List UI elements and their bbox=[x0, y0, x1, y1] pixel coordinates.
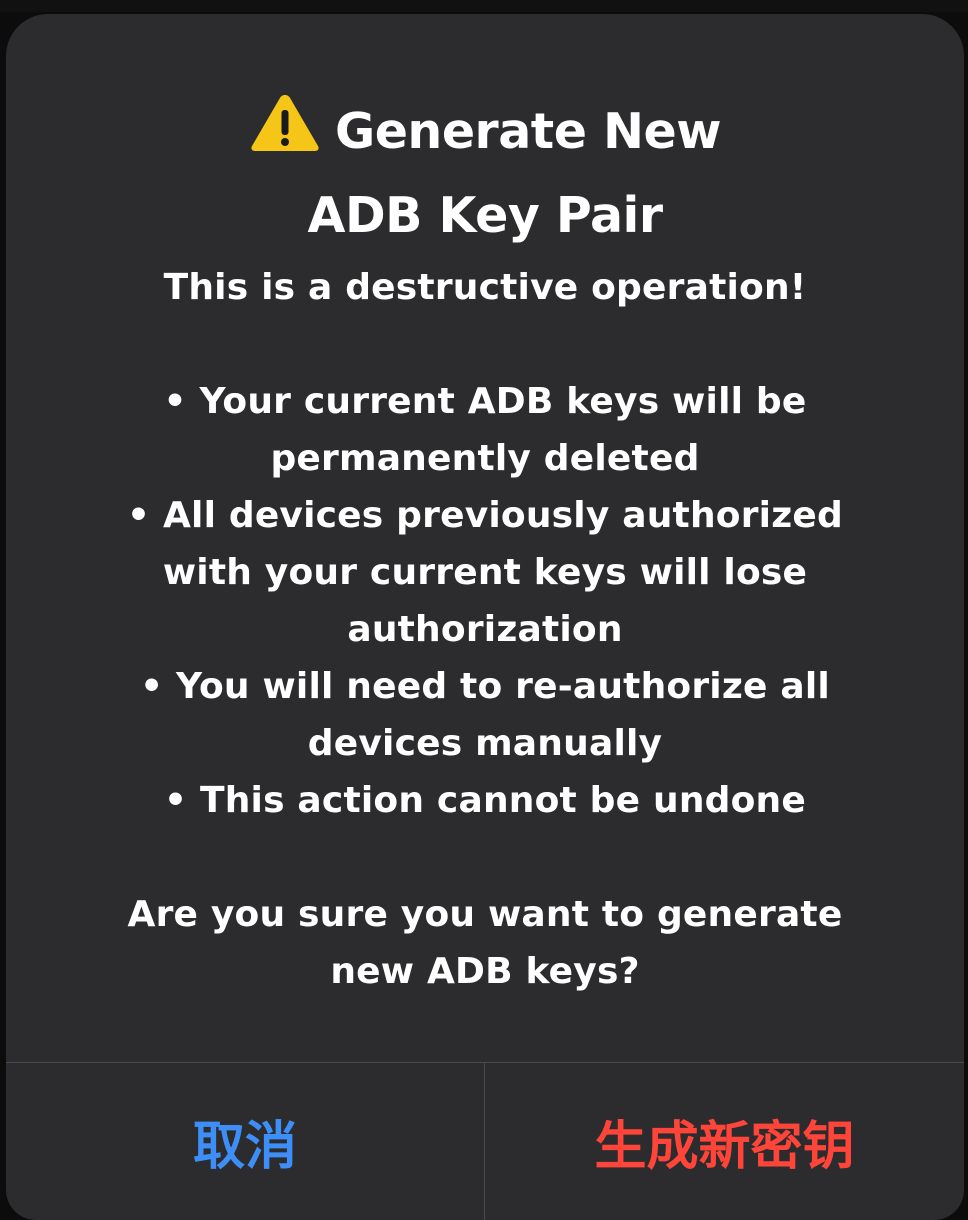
alert-title-line1: Generate New bbox=[334, 103, 722, 160]
message-line: new ADB keys? bbox=[330, 951, 640, 992]
message-spacer bbox=[6, 829, 964, 886]
message-line: devices manually bbox=[307, 723, 663, 764]
message-line: permanently deleted bbox=[270, 438, 700, 479]
message-spacer bbox=[6, 316, 964, 373]
message-line: • All devices previously authorized bbox=[127, 495, 843, 536]
message-line: • You will need to re-authorize all bbox=[140, 666, 830, 707]
warning-icon bbox=[249, 92, 321, 177]
alert-title-line2: ADB Key Pair bbox=[307, 187, 663, 244]
alert-content: Generate New ADB Key Pair This is a dest… bbox=[6, 92, 964, 1000]
generate-keys-button[interactable]: 生成新密钥 bbox=[485, 1063, 964, 1220]
message-line: with your current keys will lose bbox=[162, 552, 808, 593]
message-line: • Your current ADB keys will be bbox=[163, 381, 807, 422]
message-line: • This action cannot be undone bbox=[164, 780, 806, 821]
alert-dialog: Generate New ADB Key Pair This is a dest… bbox=[6, 14, 964, 1220]
message-line: This is a destructive operation! bbox=[163, 267, 807, 308]
alert-title: Generate New ADB Key Pair bbox=[135, 92, 835, 255]
status-bar-strip bbox=[0, 0, 968, 12]
message-line: Are you sure you want to generate bbox=[127, 894, 843, 935]
cancel-button[interactable]: 取消 bbox=[6, 1063, 484, 1220]
alert-message: This is a destructive operation! • Your c… bbox=[6, 259, 964, 1000]
message-line: authorization bbox=[347, 609, 623, 650]
